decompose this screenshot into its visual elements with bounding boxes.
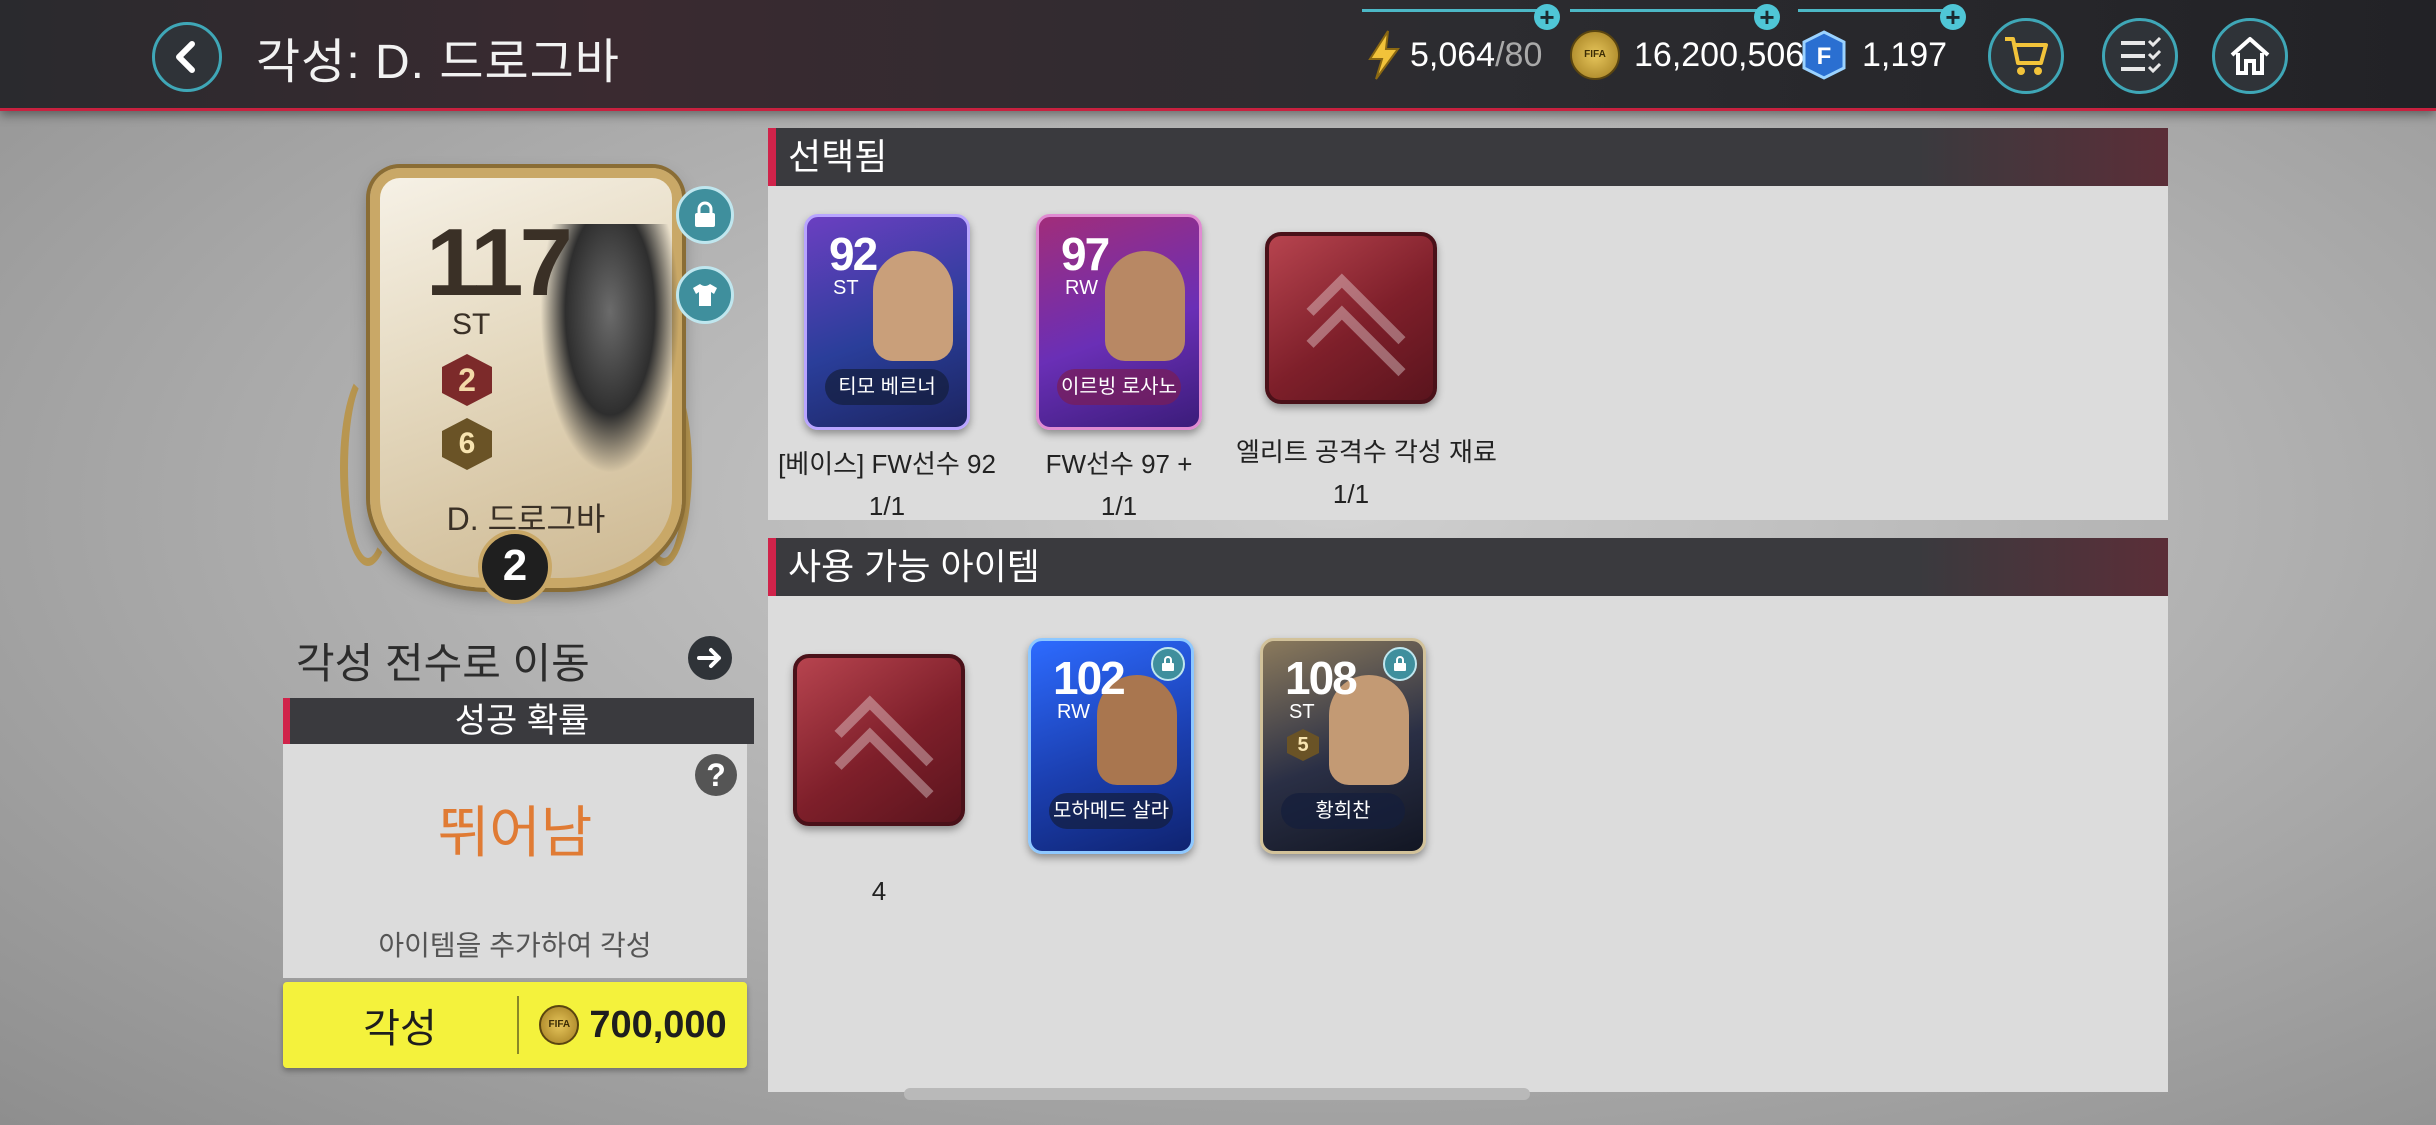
player-position: ST bbox=[452, 308, 491, 341]
fifa-points-value: 1,197 bbox=[1862, 35, 1948, 74]
lock-icon bbox=[695, 201, 715, 227]
coins-bar-line bbox=[1570, 9, 1766, 12]
training-badge: 6 bbox=[442, 418, 492, 470]
selected-panel-title: 선택됨 bbox=[768, 128, 2168, 186]
player-mini-card: 92 ST 티모 베르너 bbox=[804, 214, 970, 430]
energy-display: 5,064 /80 bbox=[1366, 24, 1542, 86]
fifa-points-icon: F bbox=[1802, 30, 1846, 80]
item-count: 1/1 bbox=[868, 491, 906, 521]
training-badge: 5 bbox=[1287, 729, 1319, 761]
back-button[interactable] bbox=[152, 22, 222, 92]
item-count: 1/1 bbox=[1100, 491, 1138, 521]
move-to-awaken-button[interactable] bbox=[688, 636, 732, 680]
card-position: RW bbox=[1057, 701, 1090, 723]
success-rate-value: 뛰어남 bbox=[437, 801, 593, 864]
awaken-button-label: 각성 bbox=[363, 1007, 437, 1051]
player-mini-card: 108 ST 5 황희찬 bbox=[1260, 638, 1426, 854]
points-bar-line bbox=[1798, 9, 1958, 12]
item-count: 4 bbox=[871, 876, 887, 906]
card-ovr: 108 bbox=[1285, 652, 1358, 704]
energy-current: 5,064 bbox=[1410, 35, 1496, 74]
top-bar: 각성: D. 드로그바 + 5,064 /80 + FIFA 16,200,50… bbox=[0, 0, 2436, 111]
lock-button[interactable] bbox=[676, 186, 734, 244]
horizontal-scrollbar[interactable] bbox=[904, 1088, 1530, 1100]
cart-icon bbox=[2005, 37, 2048, 75]
awaken-cost: FIFA 700,000 bbox=[519, 1004, 747, 1047]
awaken-level-badge: 2 bbox=[478, 530, 552, 604]
item-label: FW선수 97 + bbox=[1045, 449, 1193, 479]
rank-badge: 2 bbox=[442, 354, 492, 406]
selected-item[interactable]: 엘리트 공격수 각성 재료 1/1 bbox=[1236, 232, 1497, 510]
item-label: [베이스] FW선수 92 bbox=[778, 449, 996, 479]
success-rate-hint: 아이템을 추가하여 각성 bbox=[378, 930, 652, 961]
energy-max: /80 bbox=[1495, 35, 1543, 74]
available-item[interactable]: 108 ST 5 황희찬 bbox=[1228, 638, 1458, 854]
player-portrait bbox=[1105, 251, 1185, 361]
material-card bbox=[793, 654, 965, 827]
success-rate-panel: ? 뛰어남 아이템을 추가하여 각성 bbox=[283, 744, 747, 978]
item-count: 1/1 bbox=[1332, 479, 1370, 509]
available-item[interactable]: 102 RW 모하메드 살라 bbox=[996, 638, 1226, 854]
card-position: ST bbox=[1289, 701, 1315, 723]
card-player-name: 황희찬 bbox=[1281, 793, 1405, 829]
coin-icon: FIFA bbox=[1570, 30, 1620, 80]
selected-item[interactable]: 92 ST 티모 베르너 [베이스] FW선수 92 1/1 bbox=[772, 214, 1002, 522]
move-to-awaken-label[interactable]: 각성 전수로 이동 bbox=[296, 630, 590, 691]
player-ovr: 117 bbox=[426, 209, 573, 316]
shop-button[interactable] bbox=[1988, 18, 2064, 94]
card-position: RW bbox=[1065, 277, 1098, 299]
awaken-cost-value: 700,000 bbox=[589, 1003, 727, 1046]
lightning-icon bbox=[1368, 30, 1400, 80]
card-player-name: 티모 베르너 bbox=[825, 369, 949, 405]
arrow-right-icon bbox=[697, 648, 721, 668]
card-position: ST bbox=[833, 277, 859, 299]
player-card-frame: 117 ST 2 6 D. 드로그바 bbox=[370, 168, 682, 588]
available-item[interactable]: 4 bbox=[764, 654, 994, 907]
tasks-button[interactable] bbox=[2102, 18, 2178, 94]
energy-bar-line bbox=[1362, 9, 1548, 12]
player-portrait bbox=[873, 251, 953, 361]
home-button[interactable] bbox=[2212, 18, 2288, 94]
card-player-name: 이르빙 로사노 bbox=[1057, 369, 1181, 405]
coin-icon: FIFA bbox=[539, 1005, 580, 1045]
lock-icon bbox=[1151, 647, 1185, 681]
page-title: 각성: D. 드로그바 bbox=[256, 36, 620, 89]
card-player-name: 모하메드 살라 bbox=[1049, 793, 1173, 829]
player-card[interactable]: 117 ST 2 6 D. 드로그바 2 bbox=[340, 160, 692, 604]
coins-display: FIFA 16,200,506 bbox=[1570, 24, 1804, 86]
card-ovr: 92 bbox=[829, 228, 878, 280]
awaken-button[interactable]: 각성 FIFA 700,000 bbox=[283, 982, 747, 1068]
item-label: 엘리트 공격수 각성 재료 bbox=[1236, 437, 1497, 467]
lock-icon bbox=[1383, 647, 1417, 681]
card-ovr: 97 bbox=[1061, 228, 1110, 280]
coins-value: 16,200,506 bbox=[1634, 35, 1805, 74]
player-mini-card: 97 RW 이르빙 로사노 bbox=[1036, 214, 1202, 430]
available-panel-title: 사용 가능 아이템 bbox=[768, 538, 2168, 596]
home-icon bbox=[2230, 37, 2270, 75]
selected-item[interactable]: 97 RW 이르빙 로사노 FW선수 97 + 1/1 bbox=[1004, 214, 1234, 522]
back-arrow-icon bbox=[176, 41, 195, 73]
jersey-icon bbox=[693, 284, 717, 306]
checklist-icon bbox=[2121, 36, 2162, 74]
player-mini-card: 102 RW 모하메드 살라 bbox=[1028, 638, 1194, 854]
svg-text:F: F bbox=[1817, 43, 1832, 70]
uniform-button[interactable] bbox=[676, 266, 734, 324]
success-rate-heading: 성공 확률 bbox=[283, 698, 754, 744]
material-card bbox=[1265, 232, 1437, 405]
fifa-points-display: F 1,197 bbox=[1800, 24, 1947, 86]
card-ovr: 102 bbox=[1053, 652, 1126, 704]
